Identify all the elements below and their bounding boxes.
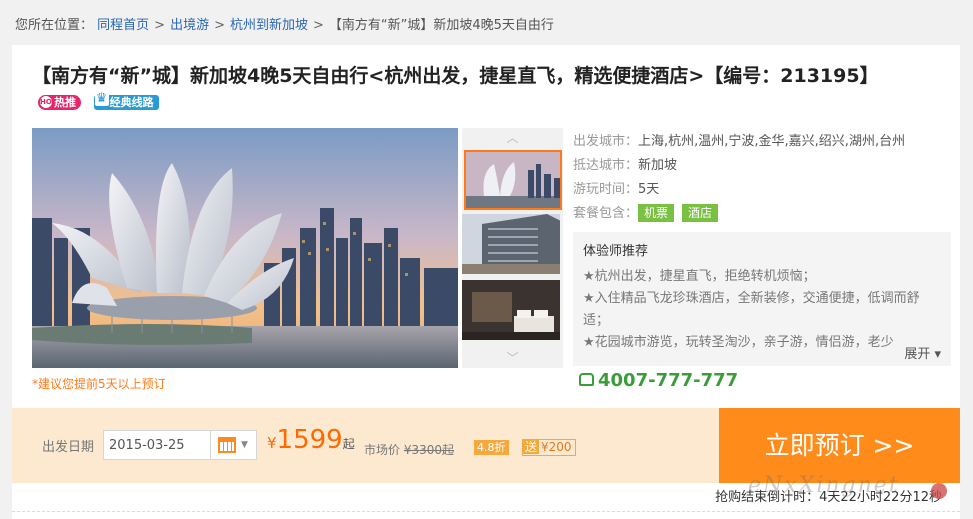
breadcrumb-outbound-link[interactable]: 出境游: [170, 18, 209, 33]
date-picker-button[interactable]: ▼: [210, 430, 257, 460]
thumbnail-strip: ︿ ﹀: [462, 128, 563, 368]
caret-down-icon: ▼: [241, 440, 248, 450]
watermark: eNxXingnet: [748, 473, 900, 498]
product-title: 【南方有“新”城】新加坡4晚5天自由行<杭州出发，捷星直飞，精选便捷酒店>【编号…: [32, 65, 879, 87]
gift-badge: 送 ¥200: [522, 439, 576, 456]
arrival-row: 抵达城市：新加坡: [573, 158, 678, 173]
arrival-city: 新加坡: [638, 158, 678, 173]
breadcrumb-current: 【南方有“新”城】新加坡4晚5天自由行: [328, 18, 554, 33]
duration: 5天: [638, 182, 660, 197]
breadcrumb: 您所在位置： 同程首页 > 出境游 > 杭州到新加坡 > 【南方有“新”城】新加坡4晚5天自…: [15, 18, 554, 33]
recommendation-title: 体验师推荐: [583, 244, 649, 259]
departure-cities: 上海,杭州,温州,宁波,金华,嘉兴,绍兴,湖州,台州: [638, 134, 906, 149]
chevron-up-icon[interactable]: ︿: [462, 128, 563, 148]
breadcrumb-route-link[interactable]: 杭州到新加坡: [230, 18, 308, 33]
recommendation-item: ★杭州出发，捷星直飞，拒绝转机烦恼；: [583, 269, 816, 284]
package-row: 套餐包含： 机票 酒店: [573, 204, 953, 228]
current-price: ¥1599起: [267, 425, 355, 455]
hotline-number: 4007-777-777: [598, 370, 739, 391]
calendar-icon: [218, 437, 236, 453]
departure-row: 出发城市：上海,杭州,温州,宁波,金华,嘉兴,绍兴,湖州,台州: [573, 134, 906, 149]
departure-date-label: 出发日期: [42, 440, 95, 455]
product-info: 出发城市：上海,杭州,温州,宁波,金华,嘉兴,绍兴,湖州,台州 抵达城市：新加坡…: [573, 132, 953, 228]
page-title: 【南方有“新”城】新加坡4晚5天自由行<杭州出发，捷星直飞，精选便捷酒店>【编号…: [32, 63, 892, 117]
thumbnail-3-hotel-room[interactable]: [462, 280, 560, 340]
hot-icon: HOT: [40, 96, 57, 108]
classic-route-tag: ♛ 经典线路: [93, 91, 159, 110]
market-price: 市场价 ¥3300起: [364, 443, 455, 457]
discount-badge: 4.8折: [474, 440, 509, 455]
trophy-icon: ♛: [94, 91, 109, 106]
book-now-button[interactable]: 立即预订 >>: [719, 408, 960, 483]
chevron-down-icon[interactable]: ﹀: [462, 348, 563, 368]
recommendation-item: ★花园城市游览，玩转圣淘沙，亲子游，情侣游，老少: [583, 335, 894, 350]
booking-bar: 出发日期 ▼ ¥1599起 市场价 ¥3300起 4.8折 送¥200 立即预订…: [12, 408, 960, 483]
package-hotel-badge: 酒店: [682, 204, 719, 222]
breadcrumb-home-link[interactable]: 同程首页: [97, 18, 149, 33]
thumbnail-1-museum[interactable]: [464, 150, 562, 210]
hotline: 4007-777-777: [579, 370, 738, 391]
product-card: 【南方有“新”城】新加坡4晚5天自由行<杭州出发，捷星直飞，精选便捷酒店>【编号…: [12, 45, 960, 519]
breadcrumb-prefix: 您所在位置：: [15, 18, 94, 33]
advance-booking-note: *建议您提前5天以上预订: [32, 377, 166, 391]
package-flight-badge: 机票: [638, 204, 675, 222]
hot-tag: HOT 热推: [38, 95, 81, 110]
caret-down-icon: ▾: [934, 347, 941, 362]
thumbnail-2-hotel-exterior[interactable]: [462, 214, 560, 274]
main-photo-singapore-artscience-museum: [32, 128, 458, 368]
expand-button[interactable]: 展开 ▾: [900, 343, 941, 362]
departure-date-input[interactable]: [103, 430, 211, 460]
divider: [12, 511, 960, 512]
duration-row: 游玩时间：5天: [573, 182, 660, 197]
watermark-logo-icon: [931, 483, 947, 499]
phone-icon: [579, 373, 594, 386]
recommendation-item: ★入住精品飞龙珍珠酒店，全新装修，交通便捷，低调而舒适；: [583, 291, 920, 328]
tester-recommendation-box: 体验师推荐 ★杭州出发，捷星直飞，拒绝转机烦恼； ★入住精品飞龙珍珠酒店，全新装…: [573, 232, 951, 366]
